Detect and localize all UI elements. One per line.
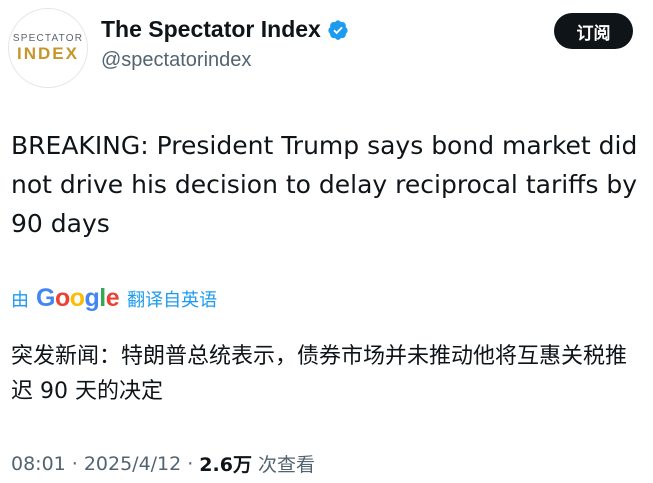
- account-name[interactable]: The Spectator Index: [101, 16, 321, 43]
- google-logo: Google: [36, 284, 120, 312]
- subscribe-button[interactable]: 订阅: [554, 13, 633, 49]
- account-handle[interactable]: @spectatorindex: [101, 49, 251, 72]
- translated-tweet-text: 突发新闻：特朗普总统表示，债券市场并未推动他将互惠关税推迟 90 天的决定: [11, 344, 628, 404]
- avatar-text-bottom: INDEX: [17, 44, 79, 63]
- tweet-date[interactable]: 2025/4/12: [84, 453, 181, 475]
- tweet-time[interactable]: 08:01: [11, 453, 66, 475]
- meta-separator: ·: [187, 452, 194, 475]
- avatar[interactable]: SPECTATOR INDEX: [8, 8, 88, 88]
- meta-separator: ·: [71, 452, 78, 475]
- translation-by-label: 由: [11, 289, 29, 311]
- tweet-text: BREAKING: President Trump says bond mark…: [11, 131, 638, 238]
- views-label: 次查看: [257, 454, 315, 476]
- translated-from-label: 翻译自英语: [127, 289, 218, 311]
- verified-badge-icon[interactable]: [327, 19, 349, 41]
- views-count: 2.6万: [199, 454, 252, 476]
- account-name-row: The Spectator Index: [101, 16, 349, 43]
- tweet-meta: 08:01 · 2025/4/12 · 2.6万 次查看: [11, 450, 315, 477]
- translation-attribution[interactable]: 由 Google 翻译自英语: [11, 284, 217, 313]
